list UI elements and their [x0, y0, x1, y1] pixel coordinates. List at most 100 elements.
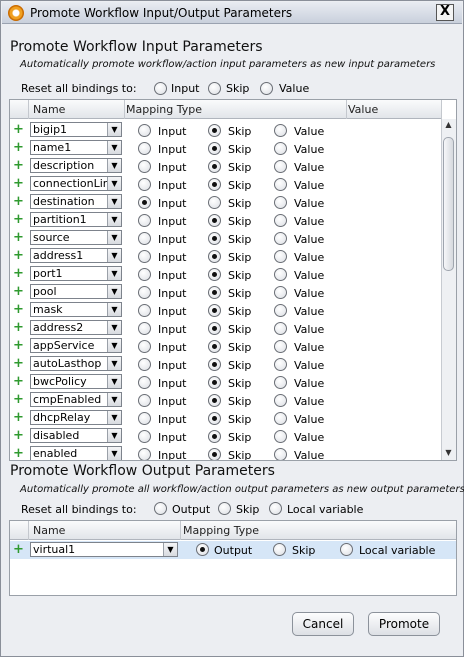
mapping-skip-radio[interactable]: [208, 232, 221, 245]
parameter-name-combo[interactable]: destination ▼: [30, 194, 122, 209]
chevron-down-icon[interactable]: ▼: [107, 285, 121, 298]
chevron-down-icon[interactable]: ▼: [107, 411, 121, 424]
mapping-skip-radio[interactable]: [273, 543, 286, 556]
parameter-name-combo[interactable]: port1 ▼: [30, 266, 122, 281]
add-icon[interactable]: +: [13, 140, 24, 155]
mapping-input-radio[interactable]: [138, 142, 151, 155]
mapping-input-radio[interactable]: [138, 268, 151, 281]
add-icon[interactable]: +: [13, 446, 24, 460]
parameter-name-combo[interactable]: autoLasthop ▼: [30, 356, 122, 371]
add-icon[interactable]: +: [13, 248, 24, 263]
mapping-input-radio[interactable]: [138, 160, 151, 173]
mapping-value-radio[interactable]: [274, 448, 287, 460]
chevron-down-icon[interactable]: ▼: [107, 267, 121, 280]
mapping-value-radio[interactable]: [274, 160, 287, 173]
chevron-down-icon[interactable]: ▼: [107, 123, 121, 136]
parameter-name-combo[interactable]: dhcpRelay ▼: [30, 410, 122, 425]
mapping-skip-radio[interactable]: [208, 358, 221, 371]
title-bar[interactable]: Promote Workflow Input/Output Parameters…: [2, 2, 462, 24]
chevron-down-icon[interactable]: ▼: [107, 429, 121, 442]
mapping-input-radio[interactable]: [138, 322, 151, 335]
mapping-value-radio[interactable]: [274, 232, 287, 245]
mapping-input-radio[interactable]: [138, 250, 151, 263]
chevron-down-icon[interactable]: ▼: [107, 159, 121, 172]
chevron-down-icon[interactable]: ▼: [107, 447, 121, 460]
out-column-name[interactable]: Name: [33, 524, 65, 537]
column-mapping-type[interactable]: Mapping Type: [126, 103, 202, 116]
mapping-skip-radio[interactable]: [208, 286, 221, 299]
add-icon[interactable]: +: [13, 392, 24, 407]
add-icon[interactable]: +: [13, 194, 24, 209]
parameter-name-combo[interactable]: virtual1 ▼: [30, 542, 178, 557]
parameter-name-combo[interactable]: appService ▼: [30, 338, 122, 353]
add-icon[interactable]: +: [13, 212, 24, 227]
reset-value-radio[interactable]: [260, 82, 273, 95]
add-icon[interactable]: +: [13, 266, 24, 281]
mapping-input-radio[interactable]: [138, 412, 151, 425]
parameter-name-combo[interactable]: enabled ▼: [30, 446, 122, 460]
mapping-value-radio[interactable]: [274, 340, 287, 353]
chevron-down-icon[interactable]: ▼: [107, 339, 121, 352]
reset-output-radio[interactable]: [154, 502, 167, 515]
promote-button[interactable]: Promote: [368, 612, 440, 636]
reset-skip-radio[interactable]: [208, 82, 221, 95]
mapping-skip-radio[interactable]: [208, 376, 221, 389]
mapping-input-radio[interactable]: [138, 376, 151, 389]
mapping-value-radio[interactable]: [274, 124, 287, 137]
close-icon[interactable]: X: [436, 4, 454, 21]
column-value[interactable]: Value: [348, 103, 378, 116]
mapping-local-variable-radio[interactable]: [340, 543, 353, 556]
mapping-value-radio[interactable]: [274, 430, 287, 443]
add-icon[interactable]: +: [13, 356, 24, 371]
mapping-value-radio[interactable]: [274, 358, 287, 371]
add-icon[interactable]: +: [13, 428, 24, 443]
mapping-skip-radio[interactable]: [208, 448, 221, 460]
reset-out-skip-radio[interactable]: [218, 502, 231, 515]
mapping-value-radio[interactable]: [274, 268, 287, 281]
scroll-up-icon[interactable]: ▲: [442, 119, 455, 131]
mapping-output-radio[interactable]: [196, 543, 209, 556]
add-icon[interactable]: +: [13, 158, 24, 173]
chevron-down-icon[interactable]: ▼: [163, 543, 177, 556]
mapping-skip-radio[interactable]: [208, 196, 221, 209]
cancel-button[interactable]: Cancel: [292, 612, 354, 636]
parameter-name-combo[interactable]: mask ▼: [30, 302, 122, 317]
add-icon[interactable]: +: [13, 338, 24, 353]
add-icon[interactable]: +: [13, 542, 24, 557]
mapping-input-radio[interactable]: [138, 358, 151, 371]
mapping-value-radio[interactable]: [274, 250, 287, 263]
parameter-name-combo[interactable]: name1 ▼: [30, 140, 122, 155]
scroll-down-icon[interactable]: ▼: [442, 447, 455, 459]
add-icon[interactable]: +: [13, 320, 24, 335]
mapping-value-radio[interactable]: [274, 142, 287, 155]
chevron-down-icon[interactable]: ▼: [107, 177, 121, 190]
reset-input-radio[interactable]: [154, 82, 167, 95]
mapping-value-radio[interactable]: [274, 178, 287, 191]
mapping-input-radio[interactable]: [138, 178, 151, 191]
mapping-input-radio[interactable]: [138, 448, 151, 460]
mapping-skip-radio[interactable]: [208, 250, 221, 263]
chevron-down-icon[interactable]: ▼: [107, 375, 121, 388]
mapping-value-radio[interactable]: [274, 376, 287, 389]
parameter-name-combo[interactable]: cmpEnabled ▼: [30, 392, 122, 407]
input-table-scrollbar[interactable]: ▲ ▼: [441, 119, 456, 460]
mapping-input-radio[interactable]: [138, 232, 151, 245]
parameter-name-combo[interactable]: description ▼: [30, 158, 122, 173]
add-icon[interactable]: +: [13, 302, 24, 317]
parameter-name-combo[interactable]: source ▼: [30, 230, 122, 245]
mapping-skip-radio[interactable]: [208, 304, 221, 317]
parameter-name-combo[interactable]: disabled ▼: [30, 428, 122, 443]
mapping-skip-radio[interactable]: [208, 322, 221, 335]
out-column-mapping-type[interactable]: Mapping Type: [183, 524, 259, 537]
chevron-down-icon[interactable]: ▼: [107, 141, 121, 154]
mapping-skip-radio[interactable]: [208, 268, 221, 281]
column-name[interactable]: Name: [33, 103, 65, 116]
parameter-name-combo[interactable]: address1 ▼: [30, 248, 122, 263]
mapping-skip-radio[interactable]: [208, 124, 221, 137]
mapping-input-radio[interactable]: [138, 304, 151, 317]
mapping-value-radio[interactable]: [274, 286, 287, 299]
mapping-value-radio[interactable]: [274, 304, 287, 317]
mapping-input-radio[interactable]: [138, 214, 151, 227]
mapping-skip-radio[interactable]: [208, 178, 221, 191]
chevron-down-icon[interactable]: ▼: [107, 321, 121, 334]
